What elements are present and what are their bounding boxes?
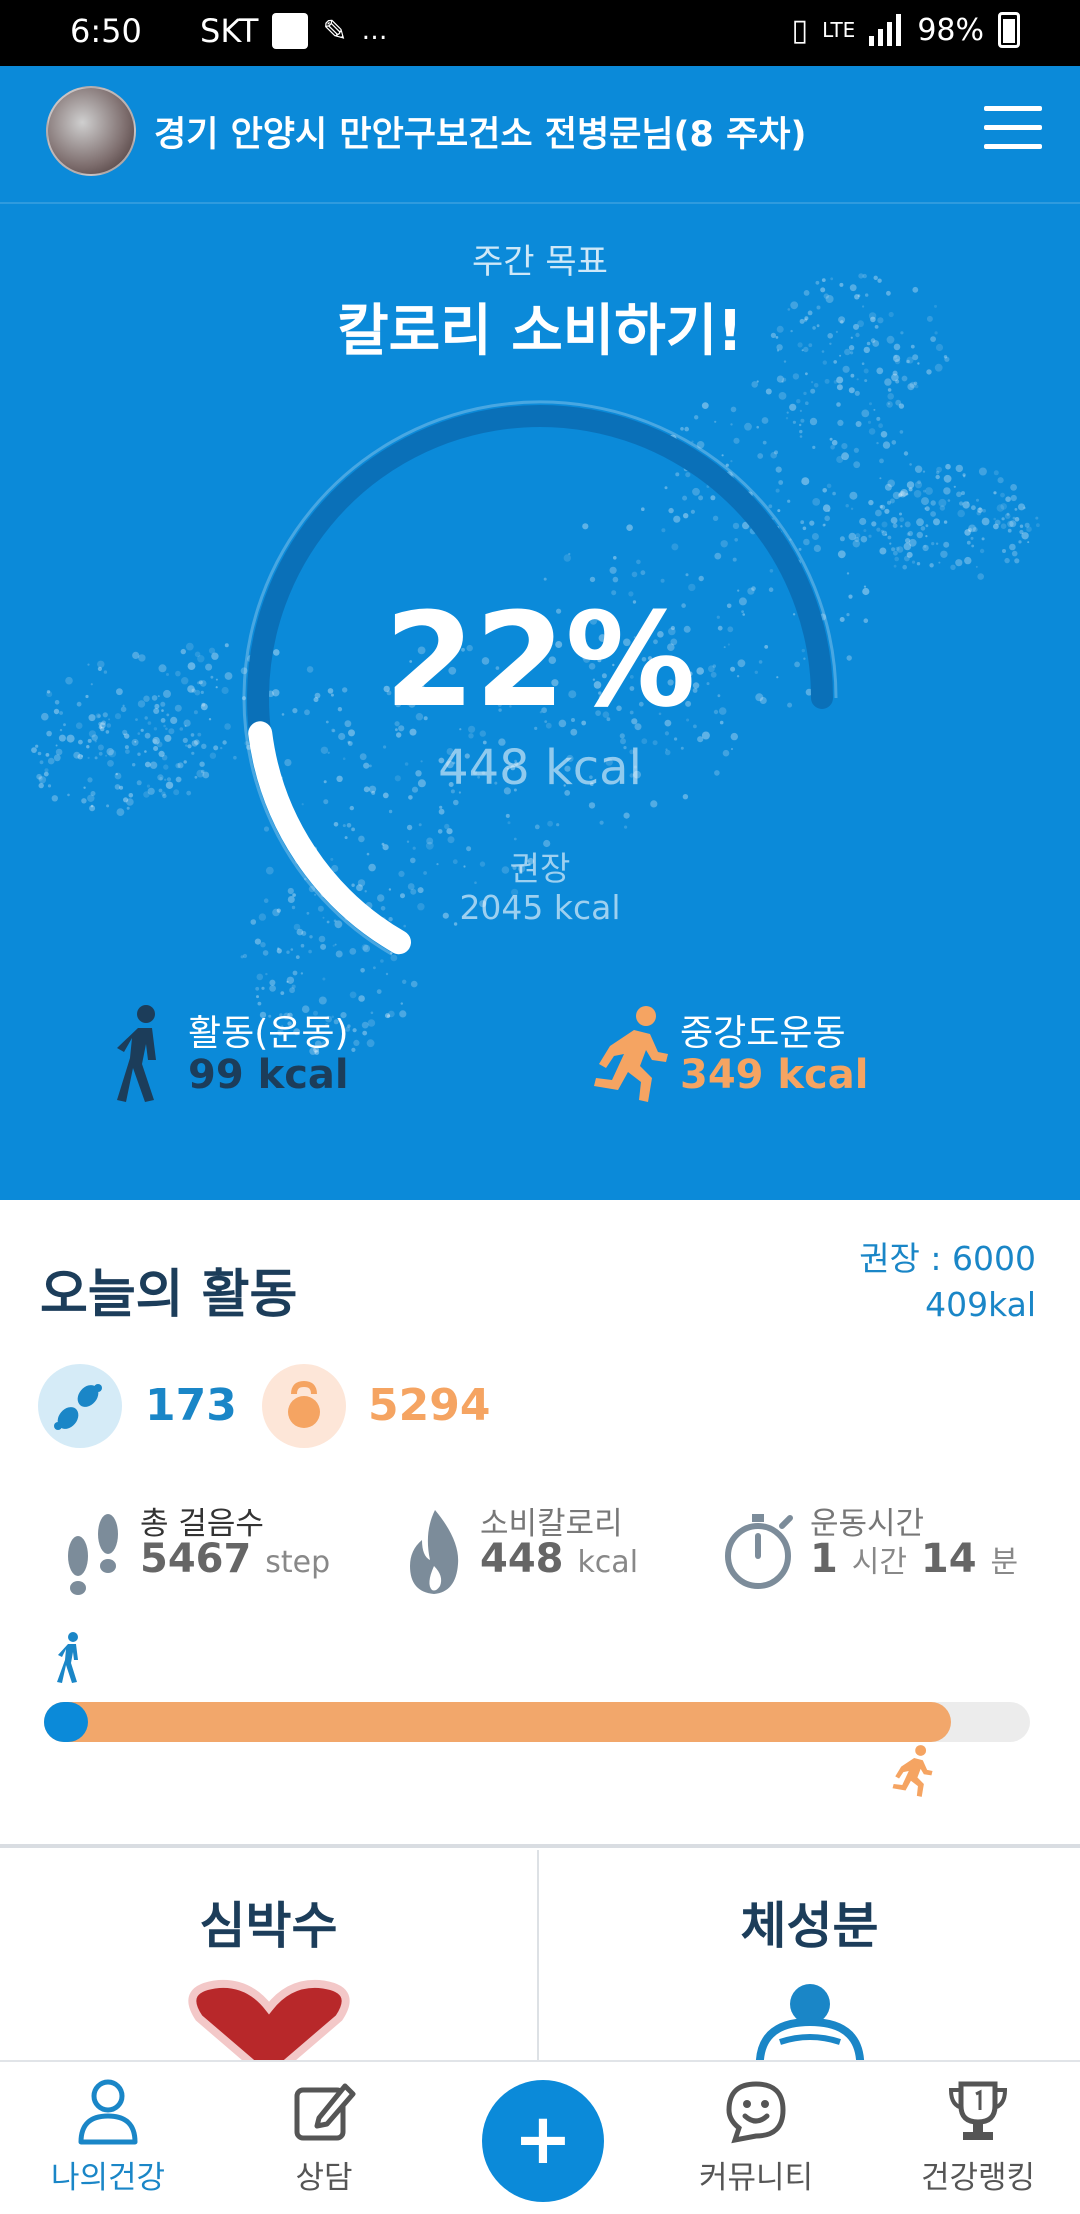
health-cards: 심박수 체성분: [0, 1850, 1080, 2060]
body-composition-title: 체성분: [740, 1897, 879, 1955]
nav-consultation-label: 상담: [295, 2160, 353, 2196]
shoe-notification-icon: ✎: [322, 13, 348, 49]
moderate-exercise-label: 중강도운동: [680, 1013, 846, 1054]
status-bar: 6:50 SKT ✎ … ▯ LTE 98%: [0, 0, 1080, 66]
consumed-kcal: 448 kcal: [438, 740, 642, 796]
activity-value: 99 kcal: [188, 1052, 349, 1098]
walking-person-icon: [117, 1005, 156, 1102]
weight-badge-value: 5294: [368, 1380, 491, 1431]
recommended-steps: 권장 : 6000: [859, 1239, 1036, 1278]
nav-health-ranking-label: 건강랭킹: [920, 2160, 1036, 2196]
nav-health-ranking[interactable]: 건강랭킹: [878, 2076, 1078, 2206]
activity-progress-bar: [44, 1702, 1030, 1742]
walking-mini-icon: [57, 1632, 78, 1683]
edit-icon: [294, 2083, 356, 2141]
battery-percent: 98%: [917, 12, 984, 48]
flame-icon: [410, 1510, 459, 1594]
nav-my-health[interactable]: 나의건강: [8, 2076, 208, 2206]
footsteps-badge-icon: [38, 1364, 122, 1448]
heart-icon: [187, 1979, 350, 2060]
more-notifications: …: [361, 16, 388, 46]
header-title: 경기 안양시 만안구보건소 전병문님(8 주차): [154, 115, 807, 155]
recommended-label: 권장: [509, 849, 571, 888]
nav-my-health-label: 나의건강: [50, 2160, 166, 2196]
signal-icon: [869, 14, 902, 46]
kettlebell-badge-icon: [262, 1364, 346, 1448]
exercise-time-value: 1 시간 14 분: [810, 1536, 1019, 1582]
recommended-kcal: 2045 kcal: [459, 888, 621, 927]
recommended-daily: 권장 : 6000 409kal: [859, 1236, 1036, 1328]
body-composition-card[interactable]: 체성분: [540, 1850, 1079, 2060]
nav-community[interactable]: 커뮤니티: [656, 2076, 856, 2206]
person-icon: [78, 2079, 138, 2145]
today-activity-section: 오늘의 활동 권장 : 6000 409kal 173 5294 총 걸음수 5…: [0, 1202, 1080, 1848]
vibrate-icon: ▯: [791, 12, 809, 48]
lte-icon: LTE: [822, 18, 856, 42]
hamburger-menu-icon[interactable]: [984, 106, 1042, 156]
carrier-label: SKT: [200, 12, 259, 50]
battery-icon: [998, 12, 1020, 48]
running-progress-fill: [44, 1702, 951, 1742]
status-left-icons: SKT ✎ …: [200, 12, 388, 50]
chat-smile-icon: [726, 2081, 786, 2144]
activity-label: 활동(운동): [188, 1013, 349, 1054]
add-button[interactable]: +: [482, 2080, 604, 2202]
walking-progress-fill: [44, 1702, 88, 1742]
progress-percent: 22%: [384, 584, 696, 736]
app-header: 경기 안양시 만안구보건소 전병문님(8 주차): [0, 66, 1080, 204]
app-notification-icon: [272, 13, 309, 49]
status-time: 6:50: [70, 12, 142, 50]
recommended-kcal-daily: 409kal: [925, 1285, 1036, 1324]
status-right-icons: ▯ LTE 98%: [792, 12, 1020, 48]
weekly-goal-panel: 주간 목표 칼로리 소비하기! 22% 448 kcal 권장 2045 kca…: [0, 204, 1080, 1200]
profile-avatar[interactable]: [46, 86, 136, 176]
bottom-navigation: 나의건강 상담 + 커뮤니티 건강랭킹: [0, 2060, 1080, 2214]
heart-rate-card[interactable]: 심박수: [0, 1850, 539, 2060]
trophy-icon: [948, 2081, 1008, 2140]
footprints-icon: [68, 1514, 118, 1595]
heart-rate-title: 심박수: [199, 1897, 338, 1955]
total-steps-value: 5467 step: [140, 1536, 331, 1582]
steps-badge-value: 173: [145, 1380, 237, 1431]
body-icon: [755, 1984, 864, 2060]
nav-community-label: 커뮤니티: [698, 2160, 814, 2196]
moderate-exercise-value: 349 kcal: [680, 1052, 869, 1098]
running-person-icon: [594, 1006, 668, 1102]
calories-value: 448 kcal: [480, 1536, 639, 1582]
stopwatch-icon: [725, 1514, 793, 1589]
today-activity-title: 오늘의 활동: [40, 1265, 298, 1325]
running-mini-icon: [892, 1745, 933, 1797]
nav-consultation[interactable]: 상담: [224, 2076, 424, 2206]
